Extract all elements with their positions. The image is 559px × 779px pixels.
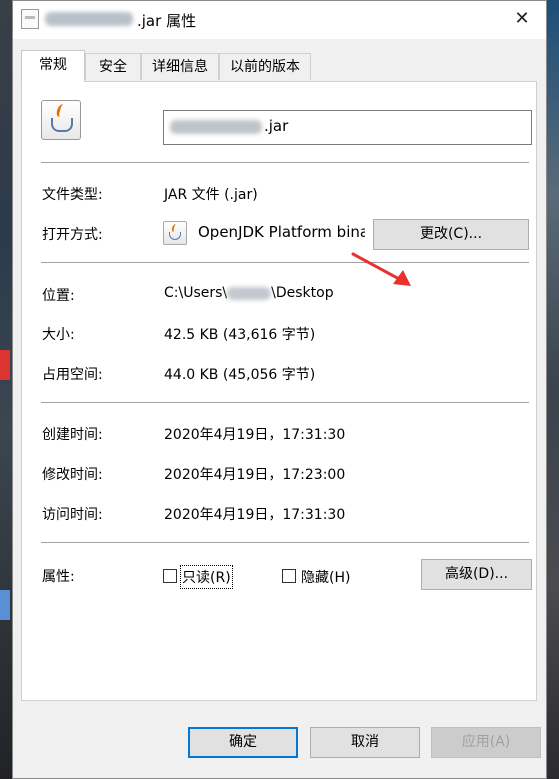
divider [41, 542, 529, 543]
blurred-username [227, 286, 272, 300]
advanced-button[interactable]: 高级(D)... [421, 559, 532, 590]
properties-dialog: .jar 属性 ✕ 常规 安全 详细信息 以前的版本 .jar 文件类型: JA… [12, 0, 547, 779]
desktop-icon-partial [0, 590, 10, 620]
size-label: 大小: [42, 327, 75, 343]
modified-label: 修改时间: [42, 467, 103, 483]
file-type-value: JAR 文件 (.jar) [164, 187, 258, 203]
cancel-button[interactable]: 取消 [310, 727, 420, 758]
tab-previous-versions[interactable]: 以前的版本 [219, 53, 311, 80]
location-value: C:\Users\ \Desktop [164, 285, 334, 301]
change-button[interactable]: 更改(C)... [373, 219, 529, 250]
annotation-arrow-icon [351, 252, 411, 286]
file-extension-text: .jar [264, 117, 289, 135]
ok-button[interactable]: 确定 [188, 727, 298, 758]
created-label: 创建时间: [42, 427, 103, 443]
file-name-input[interactable]: .jar [163, 110, 532, 145]
file-icon [21, 9, 39, 29]
tab-details[interactable]: 详细信息 [141, 53, 219, 80]
divider [41, 402, 529, 403]
close-icon[interactable]: ✕ [510, 7, 534, 31]
divider [41, 262, 529, 263]
general-tab-panel: .jar 文件类型: JAR 文件 (.jar) 打开方式: OpenJDK P… [21, 81, 537, 701]
desktop-background-left [0, 0, 12, 779]
opens-with-label: 打开方式: [42, 227, 103, 243]
size-on-disk-label: 占用空间: [42, 367, 103, 383]
tab-general[interactable]: 常规 [21, 50, 85, 82]
apply-button[interactable]: 应用(A) [431, 727, 541, 758]
divider [41, 162, 529, 163]
size-on-disk-value: 44.0 KB (45,056 字节) [164, 367, 316, 383]
location-prefix: C:\Users\ [164, 285, 228, 301]
readonly-checkbox[interactable] [163, 569, 177, 583]
size-value: 42.5 KB (43,616 字节) [164, 327, 316, 343]
blurred-filename [170, 120, 262, 134]
opens-with-value: OpenJDK Platform bina [198, 223, 365, 241]
hidden-checkbox[interactable] [282, 569, 296, 583]
java-jar-icon [41, 100, 81, 140]
window-title: .jar 属性 [137, 12, 197, 30]
file-type-label: 文件类型: [42, 187, 103, 203]
readonly-label[interactable]: 只读(R) [180, 565, 233, 589]
location-suffix: \Desktop [271, 285, 334, 301]
modified-value: 2020年4月19日，17:23:00 [164, 467, 346, 483]
openjdk-app-icon [163, 221, 187, 245]
title-bar[interactable]: .jar 属性 ✕ [13, 1, 546, 39]
tab-security[interactable]: 安全 [85, 53, 141, 80]
attributes-label: 属性: [42, 569, 75, 585]
accessed-value: 2020年4月19日，17:31:30 [164, 507, 346, 523]
location-label: 位置: [42, 288, 75, 304]
accessed-label: 访问时间: [42, 507, 103, 523]
desktop-background-right [547, 0, 559, 779]
hidden-label[interactable]: 隐藏(H) [301, 567, 350, 587]
created-value: 2020年4月19日，17:31:30 [164, 427, 346, 443]
blurred-filename [45, 12, 133, 26]
desktop-icon-partial [0, 350, 10, 380]
